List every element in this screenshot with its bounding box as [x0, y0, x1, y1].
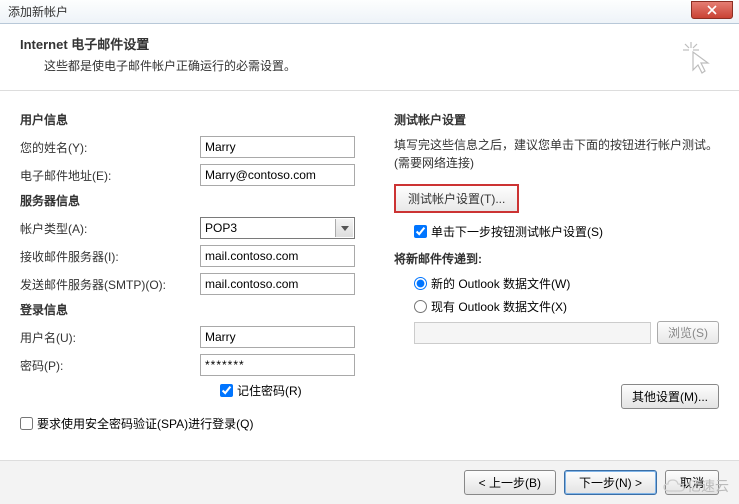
close-button[interactable]: [691, 1, 733, 19]
email-label: 电子邮件地址(E):: [20, 167, 200, 184]
deliver-new-label: 新的 Outlook 数据文件(W): [431, 275, 570, 292]
incoming-server-label: 接收邮件服务器(I):: [20, 248, 200, 265]
outgoing-server-label: 发送邮件服务器(SMTP)(O):: [20, 276, 200, 293]
content-area: 用户信息 您的姓名(Y): 电子邮件地址(E): 服务器信息 帐户类型(A): …: [0, 91, 739, 432]
outgoing-server-input[interactable]: [200, 273, 355, 295]
header-subtitle: 这些都是使电子邮件帐户正确运行的必需设置。: [44, 57, 719, 74]
right-column: 测试帐户设置 填写完这些信息之后，建议您单击下面的按钮进行帐户测试。(需要网络连…: [394, 107, 719, 432]
remember-password-label: 记住密码(R): [237, 382, 302, 399]
email-input[interactable]: [200, 164, 355, 186]
chevron-down-icon: [335, 219, 353, 237]
section-test-settings: 测试帐户设置: [394, 111, 719, 128]
wizard-cursor-icon: [681, 40, 717, 79]
left-column: 用户信息 您的姓名(Y): 电子邮件地址(E): 服务器信息 帐户类型(A): …: [20, 107, 370, 432]
spa-label: 要求使用安全密码验证(SPA)进行登录(Q): [37, 415, 253, 432]
deliver-new-radio[interactable]: [414, 277, 427, 290]
name-label: 您的姓名(Y):: [20, 139, 200, 156]
section-user-info: 用户信息: [20, 111, 370, 128]
remember-password-checkbox[interactable]: [220, 384, 233, 397]
account-type-label: 帐户类型(A):: [20, 220, 200, 237]
password-input[interactable]: [200, 354, 355, 376]
name-input[interactable]: [200, 136, 355, 158]
test-description: 填写完这些信息之后，建议您单击下面的按钮进行帐户测试。(需要网络连接): [394, 136, 719, 172]
password-label: 密码(P):: [20, 357, 200, 374]
incoming-server-input[interactable]: [200, 245, 355, 267]
window-title: 添加新帐户: [8, 3, 68, 20]
test-account-button[interactable]: 测试帐户设置(T)...: [394, 184, 519, 213]
close-icon: [707, 5, 717, 15]
section-server-info: 服务器信息: [20, 192, 370, 209]
back-button[interactable]: < 上一步(B): [464, 470, 556, 495]
section-deliver-to: 将新邮件传递到:: [394, 250, 719, 267]
data-file-path-input: [414, 322, 651, 344]
title-bar: 添加新帐户: [0, 0, 739, 24]
test-on-next-checkbox[interactable]: [414, 225, 427, 238]
footer-bar: < 上一步(B) 下一步(N) > 取消: [0, 460, 739, 504]
cancel-button[interactable]: 取消: [665, 470, 719, 495]
next-button[interactable]: 下一步(N) >: [564, 470, 657, 495]
section-login-info: 登录信息: [20, 301, 370, 318]
account-type-select[interactable]: POP3: [200, 217, 355, 239]
header-section: Internet 电子邮件设置 这些都是使电子邮件帐户正确运行的必需设置。: [0, 24, 739, 91]
header-title: Internet 电子邮件设置: [20, 34, 719, 53]
test-on-next-label: 单击下一步按钮测试帐户设置(S): [431, 223, 603, 240]
account-type-value: POP3: [205, 221, 237, 235]
deliver-existing-label: 现有 Outlook 数据文件(X): [431, 298, 567, 315]
deliver-existing-radio[interactable]: [414, 300, 427, 313]
username-label: 用户名(U):: [20, 329, 200, 346]
spa-checkbox[interactable]: [20, 417, 33, 430]
username-input[interactable]: [200, 326, 355, 348]
more-settings-button[interactable]: 其他设置(M)...: [621, 384, 719, 409]
browse-button: 浏览(S): [657, 321, 719, 344]
